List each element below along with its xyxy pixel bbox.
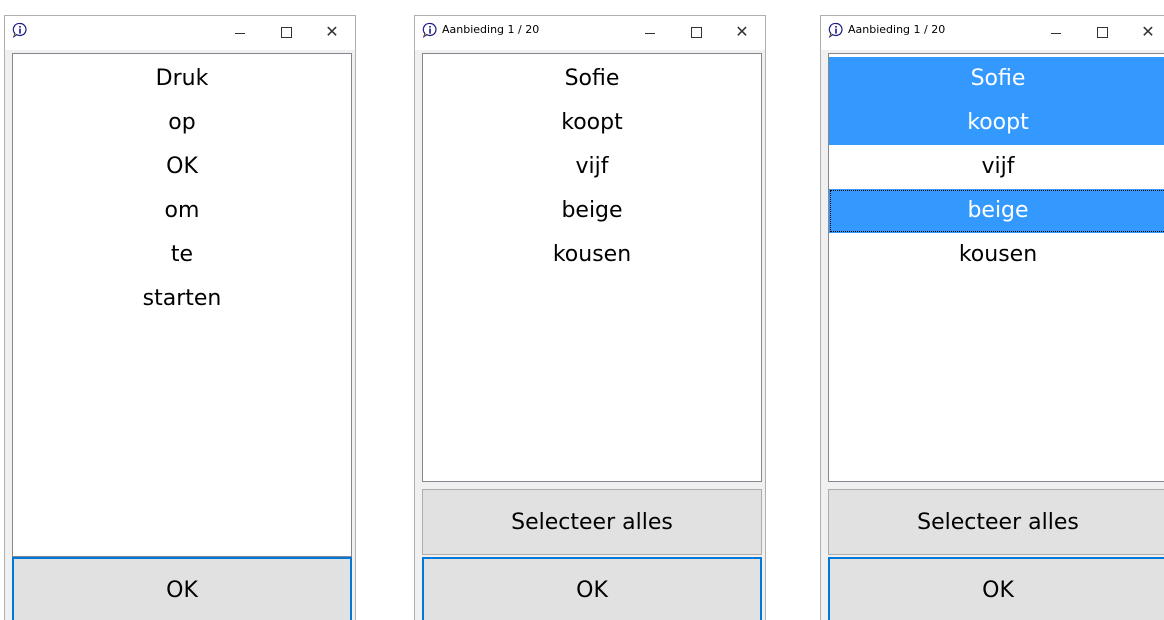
ok-button[interactable]: OK: [12, 557, 352, 620]
word-listbox[interactable]: Druk op OK om te starten: [12, 53, 352, 557]
info-bubble-icon: [828, 22, 843, 38]
select-all-button[interactable]: Selecteer alles: [828, 489, 1164, 555]
list-item[interactable]: starten: [13, 277, 351, 321]
window-offer: Aanbieding 1 / 20 ✕ Sofie koopt vijf bei…: [414, 15, 766, 620]
close-icon[interactable]: ✕: [1125, 16, 1164, 48]
list-item[interactable]: kousen: [423, 233, 761, 277]
list-item-selected[interactable]: beige: [829, 189, 1164, 233]
list-item[interactable]: beige: [423, 189, 761, 233]
title-bar[interactable]: Aanbieding 1 / 20 ✕: [821, 16, 1164, 50]
list-item[interactable]: Sofie: [423, 57, 761, 101]
info-bubble-icon: [422, 22, 437, 38]
list-item[interactable]: om: [13, 189, 351, 233]
list-item[interactable]: Druk: [13, 57, 351, 101]
list-item[interactable]: vijf: [423, 145, 761, 189]
ok-button[interactable]: OK: [828, 557, 1164, 620]
minimize-icon[interactable]: [1033, 16, 1079, 48]
window-title: Aanbieding 1 / 20: [442, 23, 540, 36]
minimize-icon[interactable]: [217, 16, 263, 48]
maximize-icon[interactable]: [1079, 16, 1125, 48]
ok-button[interactable]: OK: [422, 557, 762, 620]
list-item-selected[interactable]: Sofie: [829, 57, 1164, 101]
maximize-icon[interactable]: [673, 16, 719, 48]
close-icon[interactable]: ✕: [719, 16, 765, 48]
title-bar[interactable]: Aanbieding 1 / 20 ✕: [415, 16, 765, 50]
select-all-button[interactable]: Selecteer alles: [422, 489, 762, 555]
word-listbox[interactable]: Sofie koopt vijf beige kousen: [422, 53, 762, 482]
minimize-icon[interactable]: [627, 16, 673, 48]
list-item[interactable]: OK: [13, 145, 351, 189]
list-item[interactable]: koopt: [423, 101, 761, 145]
info-bubble-icon: [12, 22, 27, 38]
list-item[interactable]: vijf: [829, 145, 1164, 189]
title-bar[interactable]: ✕: [5, 16, 355, 50]
close-icon[interactable]: ✕: [309, 16, 355, 48]
list-item-selected[interactable]: koopt: [829, 101, 1164, 145]
word-listbox[interactable]: Sofie koopt vijf beige kousen: [828, 53, 1164, 482]
window-title: Aanbieding 1 / 20: [848, 23, 946, 36]
list-item[interactable]: te: [13, 233, 351, 277]
window-offer-selected: Aanbieding 1 / 20 ✕ Sofie koopt vijf bei…: [820, 15, 1164, 620]
list-item[interactable]: kousen: [829, 233, 1164, 277]
window-start: ✕ Druk op OK om te starten OK: [4, 15, 356, 620]
list-item[interactable]: op: [13, 101, 351, 145]
maximize-icon[interactable]: [263, 16, 309, 48]
